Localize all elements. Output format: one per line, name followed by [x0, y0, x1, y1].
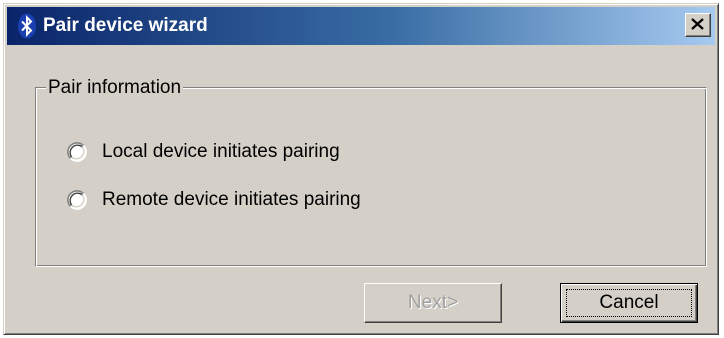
radio-button-icon[interactable]	[67, 142, 87, 162]
radio-label: Remote device initiates pairing	[102, 189, 361, 210]
next-button[interactable]: Next>	[364, 283, 502, 323]
cancel-button-label: Cancel	[599, 292, 659, 313]
next-button-label: Next>	[407, 292, 459, 313]
bluetooth-icon	[17, 13, 37, 39]
pair-information-groupbox	[35, 87, 707, 267]
title-bar[interactable]: Pair device wizard	[7, 7, 715, 45]
radio-label: Local device initiates pairing	[102, 141, 340, 162]
close-icon	[691, 18, 704, 30]
window-title: Pair device wizard	[43, 15, 208, 36]
wizard-dialog: Pair device wizard Pair information Loca…	[3, 3, 719, 335]
close-button[interactable]	[685, 13, 711, 37]
radio-button-icon[interactable]	[67, 190, 87, 210]
cancel-button[interactable]: Cancel	[560, 283, 698, 323]
group-label: Pair information	[46, 77, 184, 99]
